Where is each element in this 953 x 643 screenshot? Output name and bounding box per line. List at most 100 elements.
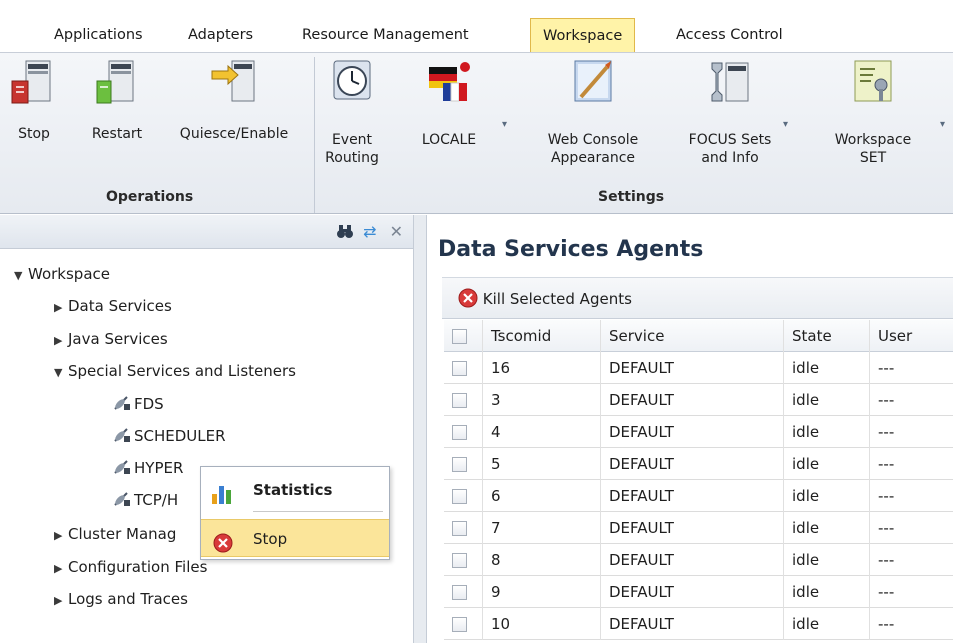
- context-menu-statistics[interactable]: Statistics: [201, 471, 389, 509]
- tree-node-tcp[interactable]: TCP/H: [112, 488, 178, 512]
- cell-state: idle: [783, 576, 869, 608]
- cell-user: ---: [869, 576, 953, 608]
- column-header-service[interactable]: Service: [600, 320, 783, 352]
- cell-service: DEFAULT: [600, 512, 783, 544]
- restart-server-button[interactable]: Restart: [82, 55, 152, 143]
- cell-service: DEFAULT: [600, 544, 783, 576]
- row-checkbox[interactable]: [452, 457, 467, 472]
- select-all-checkbox[interactable]: [452, 329, 467, 344]
- cell-state: idle: [783, 448, 869, 480]
- refresh-icon[interactable]: ⇄: [363, 222, 380, 241]
- workspace-set-dropdown-icon[interactable]: ▾: [940, 119, 945, 130]
- menu-workspace[interactable]: Workspace: [530, 18, 636, 52]
- tree-node-fds[interactable]: FDS: [112, 392, 164, 416]
- tree-node-special-services[interactable]: ▼ Special Services and Listeners: [54, 359, 296, 383]
- row-select-cell: [444, 384, 482, 416]
- table-row[interactable]: 5 DEFAULT idle ---: [444, 448, 953, 480]
- tree-node-logs-and-traces[interactable]: ▶ Logs and Traces: [54, 587, 188, 611]
- table-row[interactable]: 16 DEFAULT idle ---: [444, 352, 953, 384]
- workspace-set-button[interactable]: Workspace SET: [818, 55, 928, 167]
- tree-node-cluster-manager[interactable]: ▶ Cluster Manag: [54, 522, 176, 546]
- paint-icon: [569, 55, 617, 111]
- tree-node-workspace[interactable]: ▼ Workspace: [14, 262, 110, 286]
- row-checkbox[interactable]: [452, 361, 467, 376]
- locale-dropdown-icon[interactable]: ▾: [502, 119, 507, 130]
- satellite-icon: [112, 394, 134, 412]
- tree-label: Cluster Manag: [68, 525, 177, 543]
- table-row[interactable]: 3 DEFAULT idle ---: [444, 384, 953, 416]
- cell-user: ---: [869, 416, 953, 448]
- event-routing-button[interactable]: Event Routing: [322, 55, 382, 167]
- row-checkbox[interactable]: [452, 425, 467, 440]
- collapse-triangle-icon[interactable]: ▶: [54, 557, 68, 581]
- cell-user: ---: [869, 448, 953, 480]
- stop-icon: [458, 288, 478, 312]
- collapse-triangle-icon[interactable]: ▶: [54, 296, 68, 320]
- menu-applications[interactable]: Applications: [50, 22, 147, 48]
- kill-selected-agents-button[interactable]: Kill Selected Agents: [458, 288, 632, 312]
- cell-service: DEFAULT: [600, 576, 783, 608]
- tree-node-configuration-files[interactable]: ▶ Configuration Files: [54, 555, 207, 579]
- column-header-tscomid[interactable]: Tscomid: [482, 320, 600, 352]
- locale-button[interactable]: LOCALE: [414, 55, 484, 149]
- web-console-appearance-button[interactable]: Web Console Appearance: [538, 55, 648, 167]
- ribbon: Stop Restart Quiesce/Enable Operations E…: [0, 52, 953, 214]
- stop-icon: [213, 529, 233, 567]
- restart-server-label: Restart: [91, 126, 143, 142]
- tree-node-hyper[interactable]: HYPER: [112, 456, 183, 480]
- menu-resource-management[interactable]: Resource Management: [298, 22, 473, 48]
- server-quiesce-icon: [210, 55, 258, 111]
- tree-panel-actions: ⇄ ✕: [336, 222, 407, 241]
- context-menu: Statistics Stop: [200, 466, 390, 560]
- cell-user: ---: [869, 544, 953, 576]
- menu-access-control[interactable]: Access Control: [672, 22, 787, 48]
- satellite-icon: [112, 426, 134, 444]
- cell-state: idle: [783, 416, 869, 448]
- cell-tscomid: 5: [482, 448, 600, 480]
- tree-node-data-services[interactable]: ▶ Data Services: [54, 294, 172, 318]
- satellite-icon: [112, 458, 134, 476]
- collapse-triangle-icon[interactable]: ▶: [54, 524, 68, 548]
- quiesce-enable-button[interactable]: Quiesce/Enable: [168, 55, 300, 143]
- menu-adapters[interactable]: Adapters: [184, 22, 257, 48]
- tree-node-java-services[interactable]: ▶ Java Services: [54, 327, 168, 351]
- tree-label: SCHEDULER: [134, 427, 226, 445]
- table-row[interactable]: 8 DEFAULT idle ---: [444, 544, 953, 576]
- cell-user: ---: [869, 352, 953, 384]
- row-checkbox[interactable]: [452, 585, 467, 600]
- column-header-user[interactable]: User: [869, 320, 953, 352]
- row-select-cell: [444, 448, 482, 480]
- expand-triangle-icon[interactable]: ▼: [54, 361, 68, 385]
- web-console-appearance-label: Web Console Appearance: [547, 132, 639, 166]
- focus-sets-button[interactable]: FOCUS Sets and Info: [680, 55, 780, 167]
- table-row[interactable]: 6 DEFAULT idle ---: [444, 480, 953, 512]
- collapse-triangle-icon[interactable]: ▶: [54, 589, 68, 613]
- row-select-cell: [444, 608, 482, 640]
- panel-splitter[interactable]: [413, 215, 427, 643]
- locale-label: LOCALE: [421, 132, 477, 148]
- table-row[interactable]: 4 DEFAULT idle ---: [444, 416, 953, 448]
- row-checkbox[interactable]: [452, 521, 467, 536]
- table-row[interactable]: 10 DEFAULT idle ---: [444, 608, 953, 640]
- event-routing-label: Event Routing: [325, 132, 379, 166]
- row-select-cell: [444, 512, 482, 544]
- row-checkbox[interactable]: [452, 553, 467, 568]
- stop-server-button[interactable]: Stop: [10, 55, 58, 143]
- row-select-cell: [444, 576, 482, 608]
- row-checkbox[interactable]: [452, 489, 467, 504]
- focus-sets-dropdown-icon[interactable]: ▾: [783, 119, 788, 130]
- binoculars-icon[interactable]: [336, 222, 363, 241]
- column-header-state[interactable]: State: [783, 320, 869, 352]
- collapse-triangle-icon[interactable]: ▶: [54, 329, 68, 353]
- close-icon[interactable]: ✕: [390, 222, 407, 241]
- row-checkbox[interactable]: [452, 393, 467, 408]
- context-menu-stop[interactable]: Stop: [201, 519, 389, 557]
- table-row[interactable]: 9 DEFAULT idle ---: [444, 576, 953, 608]
- expand-triangle-icon[interactable]: ▼: [14, 264, 28, 288]
- row-select-cell: [444, 480, 482, 512]
- focus-sets-icon: [706, 55, 754, 111]
- tree-node-scheduler[interactable]: SCHEDULER: [112, 424, 226, 448]
- quiesce-enable-label: Quiesce/Enable: [179, 126, 289, 142]
- table-row[interactable]: 7 DEFAULT idle ---: [444, 512, 953, 544]
- row-checkbox[interactable]: [452, 617, 467, 632]
